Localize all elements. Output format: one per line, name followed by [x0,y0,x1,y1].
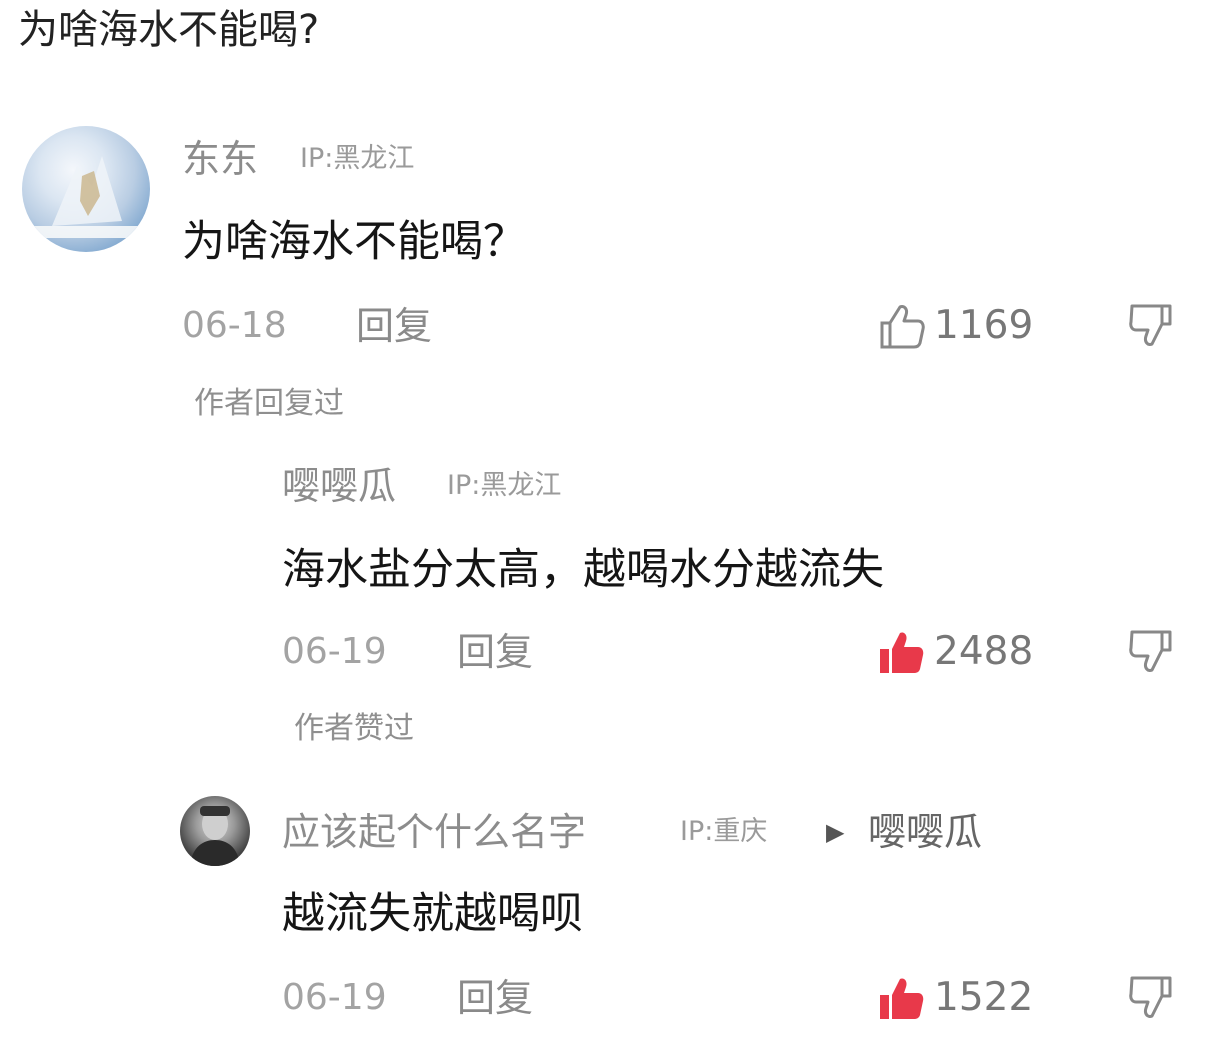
author-liked-note: 作者赞过 [294,711,414,746]
like-button[interactable]: 1522 [878,974,1033,1022]
thumbs-down-icon [1129,304,1172,346]
reply-button[interactable]: 回复 [457,628,533,676]
thumbs-up-icon [880,978,924,1019]
reply-button[interactable]: 回复 [457,974,533,1022]
comment-text: 海水盐分太高，越喝水分越流失 [282,545,884,595]
comment-date: 06-19 [282,631,387,672]
reply-to-name[interactable]: 嘤嘤瓜 [868,808,982,856]
page-title: 为啥海水不能喝? [18,7,320,53]
comment-author-name[interactable]: 东东 [182,135,258,183]
avatar-image-icon [32,156,140,238]
thumbs-up-icon [880,305,925,349]
comment-ip-location: IP:重庆 [680,816,768,847]
like-count: 1522 [934,975,1034,1020]
comment-text: 越流失就越喝呗 [282,889,583,939]
comment-author-name[interactable]: 应该起个什么名字 [282,808,586,856]
avatar-image-icon [190,806,240,866]
like-button[interactable]: 2488 [878,628,1033,676]
like-count: 1169 [934,303,1034,348]
thumbs-down-icon [1129,630,1172,672]
comment-author-name[interactable]: 嘤嘤瓜 [282,462,396,510]
avatar[interactable] [180,796,250,866]
comment-text: 为啥海水不能喝？ [182,217,526,267]
comment-date: 06-18 [182,305,287,346]
dislike-button[interactable] [1128,304,1176,354]
comment-ip-location: IP:黑龙江 [447,470,562,501]
thumbs-down-icon [1129,976,1172,1018]
dislike-button[interactable] [1128,630,1176,680]
thumbs-up-icon [880,632,924,673]
dislike-button[interactable] [1128,976,1176,1026]
reply-button[interactable]: 回复 [356,302,432,350]
comment-date: 06-19 [282,977,387,1018]
avatar[interactable] [22,126,150,252]
like-count: 2488 [934,629,1034,674]
comment-ip-location: IP:黑龙江 [300,143,415,174]
author-replied-note: 作者回复过 [194,386,344,421]
triangle-right-icon: ▶ [826,818,845,846]
like-button[interactable]: 1169 [878,302,1033,350]
